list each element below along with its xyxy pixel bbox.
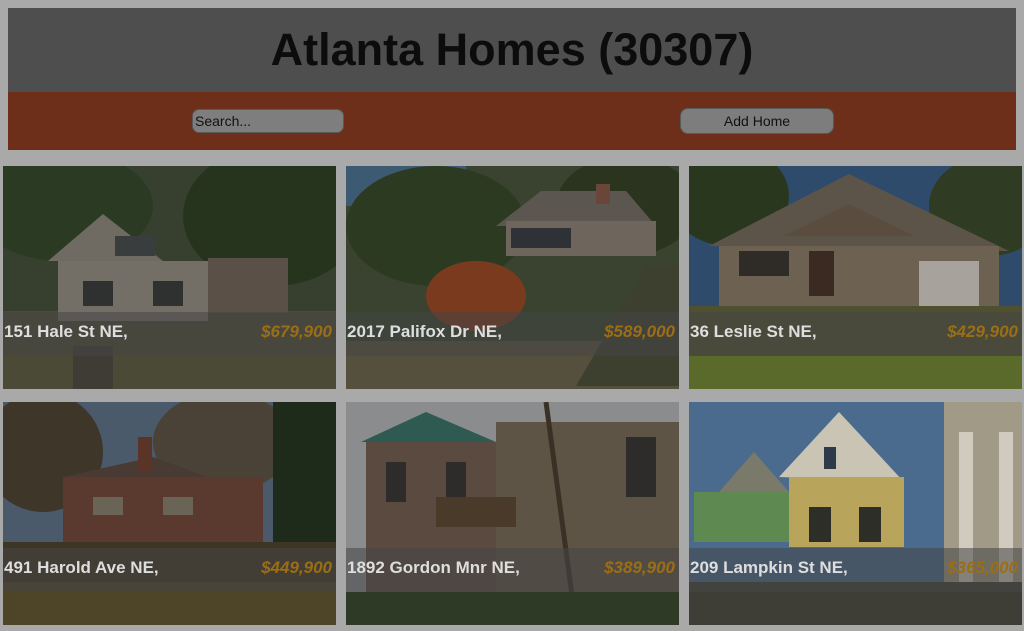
listing-address: 209 Lampkin St NE,: [690, 558, 848, 577]
listing-price: $679,900: [261, 322, 332, 341]
listing-price: $389,900: [604, 558, 675, 577]
listing-address: 491 Harold Ave NE,: [4, 558, 159, 577]
app-header: Atlanta Homes (30307): [8, 8, 1016, 92]
toolbar: Add Home: [8, 92, 1016, 150]
add-home-button[interactable]: Add Home: [680, 108, 834, 134]
listing-card[interactable]: 151 Hale St NE, $679,900: [3, 166, 336, 389]
listing-card[interactable]: 2017 Palifox Dr NE, $589,000: [346, 166, 679, 389]
listing-price: $589,000: [604, 322, 675, 341]
listing-price: $449,900: [261, 558, 332, 577]
listing-price: $365,000: [947, 558, 1018, 577]
listing-card[interactable]: 491 Harold Ave NE, $449,900: [3, 402, 336, 625]
listing-card[interactable]: 209 Lampkin St NE, $365,000: [689, 402, 1022, 625]
listing-address: 2017 Palifox Dr NE,: [347, 322, 502, 341]
listing-card[interactable]: 1892 Gordon Mnr NE, $389,900: [346, 402, 679, 625]
listing-address: 151 Hale St NE,: [4, 322, 128, 341]
listing-card[interactable]: 36 Leslie St NE, $429,900: [689, 166, 1022, 389]
search-input[interactable]: [192, 109, 344, 133]
listing-price: $429,900: [947, 322, 1018, 341]
listing-address: 1892 Gordon Mnr NE,: [347, 558, 520, 577]
page-title: Atlanta Homes (30307): [270, 24, 754, 75]
listing-address: 36 Leslie St NE,: [690, 322, 817, 341]
